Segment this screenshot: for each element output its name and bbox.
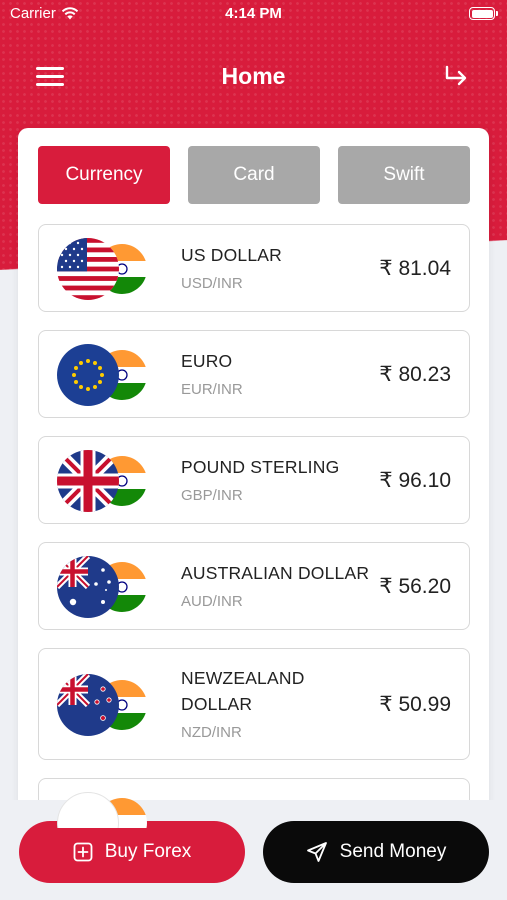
us-flag-icon [57, 238, 119, 300]
rates-card: Currency Card Swift US DOLLAR USD/INR ₹ … [18, 128, 489, 828]
currency-row-usd[interactable]: US DOLLAR USD/INR ₹ 81.04 [38, 224, 470, 312]
currency-name: AUSTRALIAN DOLLAR [181, 563, 370, 583]
currency-rate: ₹ 56.20 [379, 575, 451, 598]
currency-row-aud[interactable]: AUSTRALIAN DOLLAR AUD/INR ₹ 56.20 [38, 542, 470, 630]
buy-forex-label: Buy Forex [104, 841, 192, 862]
currency-pair: GBP/INR [181, 487, 243, 504]
send-money-button[interactable]: Send Money [263, 821, 489, 883]
buy-forex-button[interactable]: Buy Forex [19, 821, 245, 883]
currency-rate: ₹ 50.99 [379, 693, 451, 716]
currency-row-eur[interactable]: EURO EUR/INR ₹ 80.23 [38, 330, 470, 418]
tab-swift[interactable]: Swift [338, 146, 470, 204]
clock: 4:14 PM [225, 5, 282, 22]
status-bar: Carrier 4:14 PM [0, 0, 507, 28]
currency-rate: ₹ 81.04 [379, 257, 451, 280]
eu-flag-icon [57, 344, 119, 406]
currency-row-gbp[interactable]: POUND STERLING GBP/INR ₹ 96.10 [38, 436, 470, 524]
currency-name: EURO [181, 351, 233, 371]
send-icon [306, 842, 327, 862]
currency-rate: ₹ 96.10 [379, 469, 451, 492]
currency-name: NEWZEALAND DOLLAR [181, 668, 305, 714]
nz-flag-icon [57, 674, 119, 736]
currency-rate: ₹ 80.23 [379, 363, 451, 386]
flag-icon [57, 792, 119, 828]
logout-icon[interactable] [443, 64, 471, 90]
currency-name: POUND STERLING [181, 457, 340, 477]
plus-square-icon [73, 842, 93, 862]
tab-card[interactable]: Card [188, 146, 320, 204]
tab-currency[interactable]: Currency [38, 146, 170, 204]
au-flag-icon [57, 556, 119, 618]
currency-pair: NZD/INR [181, 724, 242, 741]
currency-pair: AUD/INR [181, 593, 243, 610]
currency-row-nzd[interactable]: NEWZEALAND DOLLAR NZD/INR ₹ 50.99 [38, 648, 470, 760]
page-title: Home [221, 63, 286, 89]
send-money-label: Send Money [339, 841, 447, 862]
nav-bar: Home [0, 50, 507, 102]
battery-icon [469, 7, 498, 20]
uk-flag-icon [57, 450, 119, 512]
currency-pair: EUR/INR [181, 381, 243, 398]
tab-bar: Currency Card Swift [38, 146, 470, 204]
currency-name: US DOLLAR [181, 245, 282, 265]
currency-pair: USD/INR [181, 275, 243, 292]
